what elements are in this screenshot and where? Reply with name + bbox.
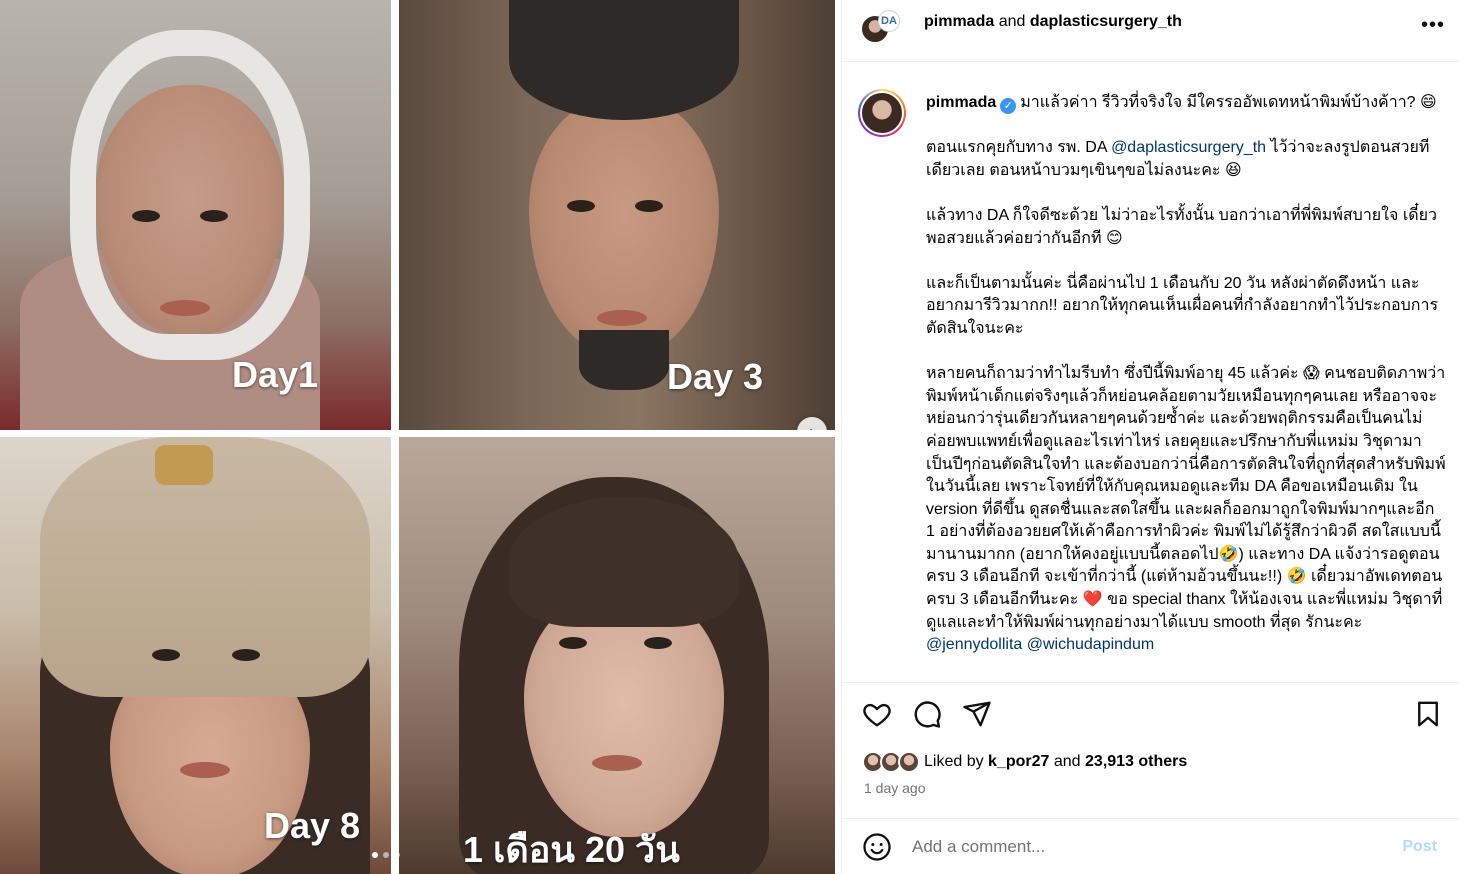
chin-strap <box>579 330 669 390</box>
action-bar <box>842 682 1458 742</box>
mention-link[interactable]: @jennydollita <box>926 636 1022 653</box>
post-authors: pimmada and daplasticsurgery_th <box>924 13 1182 31</box>
caption-scroll-area[interactable]: pimmada ✓ มาแล้วค่าา รีวิวที่จริงใจ มีใครร… <box>842 63 1458 679</box>
photo-1-month-20-days: 1 เดือน 20 วัน <box>399 437 835 874</box>
author-username[interactable]: pimmada <box>924 13 994 30</box>
mention-link[interactable]: @wichudapindum <box>1027 636 1154 653</box>
caption-username[interactable]: pimmada <box>926 94 996 111</box>
lips <box>160 300 210 316</box>
photo-day-8: Day 8 <box>0 437 391 874</box>
bangs <box>509 497 739 627</box>
caption-first-line: มาแล้วค่าา รีวิวที่จริงใจ มีใครรออัพเดทห… <box>1020 94 1437 111</box>
collaborator-username[interactable]: daplasticsurgery_th <box>1030 13 1182 30</box>
more-horizontal-icon[interactable]: ••• <box>1421 14 1445 37</box>
comment-input[interactable] <box>912 832 1392 862</box>
photo-caption: Day1 <box>232 354 319 395</box>
likes-text: Liked by k_por27 and 23,913 others <box>924 753 1187 771</box>
lips <box>592 755 642 771</box>
authors-joiner: and <box>994 13 1030 30</box>
comment-composer: Post <box>842 818 1458 874</box>
carousel-dot <box>394 852 400 858</box>
verified-badge-icon: ✓ <box>1000 98 1017 114</box>
post-media[interactable]: Day1 Day 3 › Day 8 1 เดือน 20 วัน <box>0 0 835 874</box>
collaborator-avatar[interactable]: DA <box>878 10 900 32</box>
eye <box>567 200 595 212</box>
likes-summary[interactable]: Liked by k_por27 and 23,913 others <box>862 750 1187 774</box>
liker-username[interactable]: k_por27 <box>988 753 1049 770</box>
caption-paragraph: แล้วทาง DA ก็ใจดีซะด้วย ไม่ว่าอะไรทั้งนั… <box>926 206 1438 247</box>
post-comment-button[interactable]: Post <box>1402 838 1437 856</box>
heart-icon[interactable] <box>862 699 892 729</box>
photo-day-1: Day1 <box>0 0 391 430</box>
post-caption: pimmada ✓ มาแล้วค่าา รีวิวที่จริงใจ มีใครร… <box>926 92 1446 679</box>
lips <box>180 762 230 778</box>
photo-caption: Day 3 <box>667 356 764 397</box>
mention-link[interactable]: @daplasticsurgery_th <box>1111 139 1266 156</box>
post-timestamp[interactable]: 1 day ago <box>864 780 926 796</box>
eye <box>559 637 587 649</box>
carousel-dot <box>372 852 378 858</box>
likes-prefix: Liked by <box>924 753 989 770</box>
caption-paragraph: และก็เป็นตามนั้นค่ะ นี่คือผ่านไป 1 เดือน… <box>926 274 1439 337</box>
chevron-right-icon: › <box>809 423 814 430</box>
eye <box>132 210 160 222</box>
avatar[interactable] <box>858 89 906 137</box>
post-details-panel: DA pimmada and daplasticsurgery_th ••• p… <box>841 0 1458 874</box>
comment-icon[interactable] <box>912 699 942 729</box>
eye <box>152 649 180 661</box>
smiley-icon[interactable] <box>862 832 892 862</box>
eye <box>635 200 663 212</box>
eye <box>232 649 260 661</box>
caption-paragraph: ตอนแรกคุยกับทาง รพ. DA <box>926 139 1112 157</box>
post-header: DA pimmada and daplasticsurgery_th ••• <box>842 0 1458 62</box>
bookmark-icon[interactable] <box>1413 699 1443 729</box>
likes-count[interactable]: 23,913 others <box>1085 753 1187 770</box>
collab-avatars[interactable]: DA <box>860 10 900 46</box>
photo-caption: 1 เดือน 20 วัน <box>463 829 680 870</box>
lips <box>597 310 647 326</box>
carousel-indicator <box>372 852 400 858</box>
avatar <box>898 751 920 773</box>
hat-logo <box>155 445 213 485</box>
likes-joiner: and <box>1049 753 1086 770</box>
eye <box>644 637 672 649</box>
next-slide-button[interactable]: › <box>797 417 827 430</box>
compression-cap <box>509 0 739 120</box>
liker-avatars <box>862 751 924 773</box>
carousel-dot <box>383 852 389 858</box>
photo-day-3: Day 3 › <box>399 0 835 430</box>
photo-caption: Day 8 <box>264 805 361 846</box>
send-icon[interactable] <box>962 699 992 729</box>
caption-paragraph: หลายคนก็ถามว่าทำไมรีบทำ ซึ่งปีนี้พิมพ์อา… <box>926 365 1446 631</box>
eye <box>200 210 228 222</box>
